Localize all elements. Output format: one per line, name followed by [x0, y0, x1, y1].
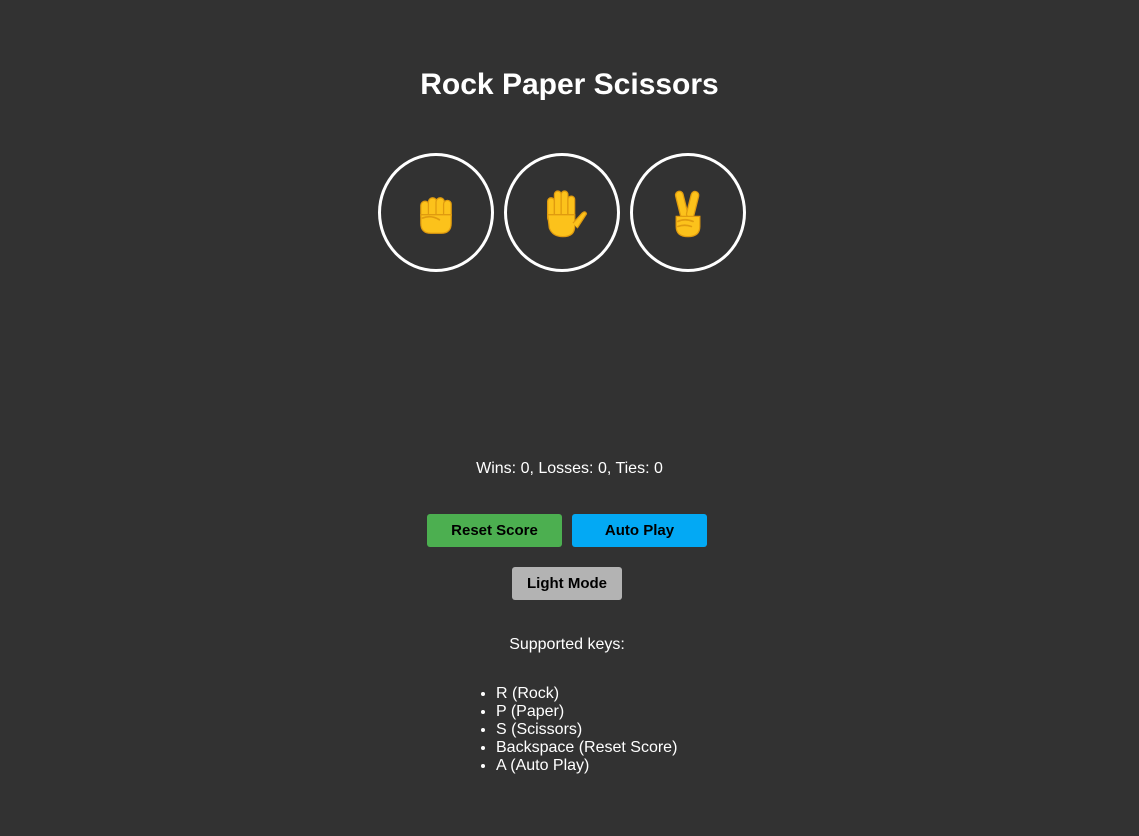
move-buttons — [378, 153, 746, 272]
light-mode-button[interactable]: Light Mode — [512, 567, 622, 600]
page-title: Rock Paper Scissors — [420, 68, 719, 101]
supported-keys-title: Supported keys: — [509, 636, 625, 653]
list-item: R (Rock) — [496, 685, 677, 703]
auto-play-button[interactable]: Auto Play — [572, 514, 707, 547]
list-item: A (Auto Play) — [496, 757, 677, 775]
paper-button[interactable] — [504, 153, 620, 272]
reset-score-button[interactable]: Reset Score — [427, 514, 562, 547]
scissors-button[interactable] — [630, 153, 746, 272]
raised-fist-icon — [420, 196, 452, 234]
list-item: Backspace (Reset Score) — [496, 739, 677, 757]
list-item: P (Paper) — [496, 703, 677, 721]
supported-keys-list: R (Rock) P (Paper) S (Scissors) Backspac… — [496, 685, 677, 775]
rock-button[interactable] — [378, 153, 494, 272]
raised-hand-icon — [546, 189, 588, 237]
victory-hand-icon — [674, 190, 701, 237]
list-item: S (Scissors) — [496, 721, 677, 739]
score-text: Wins: 0, Losses: 0, Ties: 0 — [476, 460, 663, 477]
